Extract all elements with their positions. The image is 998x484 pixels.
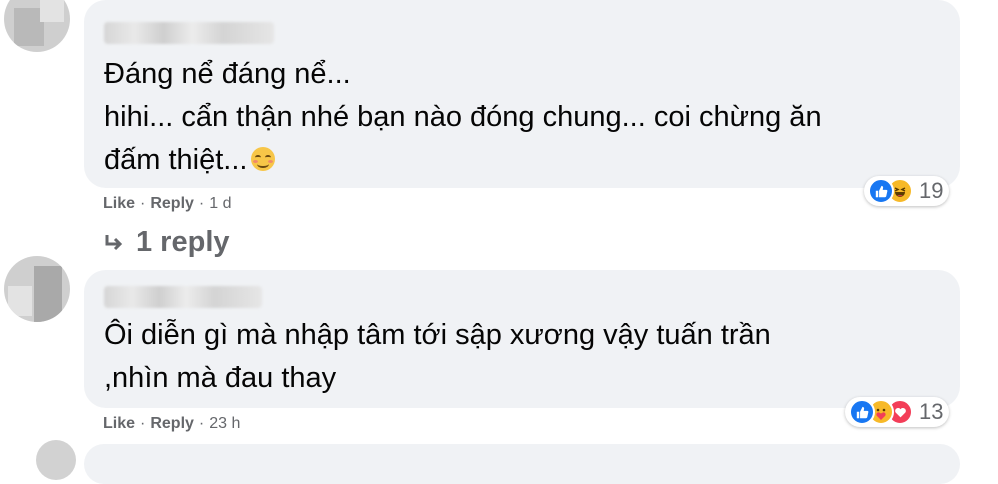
comment-actions: Like · Reply · 1 d [103, 195, 232, 213]
reply-link[interactable]: Reply [150, 415, 194, 433]
comment-text-line: Ôi diễn gì mà nhập tâm tới sập xương vậy… [104, 319, 771, 351]
separator-dot: · [198, 415, 205, 432]
commenter-name-redacted[interactable] [104, 22, 274, 44]
reply-arrow-icon [105, 234, 123, 250]
comment-text-line: đấm thiệt... [104, 139, 276, 182]
like-link[interactable]: Like [103, 195, 135, 213]
separator-dot: · [198, 195, 205, 212]
reaction-count: 19 [919, 178, 944, 203]
reply-link[interactable]: Reply [150, 195, 194, 213]
avatar[interactable] [36, 440, 76, 480]
replies-count-label: 1 reply [136, 226, 230, 258]
commenter-name-redacted[interactable] [104, 286, 262, 308]
like-icon [849, 399, 875, 425]
separator-dot: · [140, 415, 146, 432]
smiling-face-emoji [251, 147, 276, 171]
avatar[interactable] [4, 0, 70, 52]
separator-dot: · [140, 195, 146, 212]
reaction-summary[interactable]: 13 [845, 397, 950, 427]
view-replies-link[interactable]: 1 reply [104, 226, 230, 259]
comment-bubble [84, 444, 960, 484]
comment-bubble: Ôi diễn gì mà nhập tâm tới sập xương vậy… [84, 270, 960, 408]
reaction-count: 13 [919, 399, 944, 424]
comment-text-line: ,nhìn mà đau thay [104, 362, 337, 394]
like-icon [868, 178, 894, 204]
timestamp[interactable]: 1 d [209, 195, 231, 213]
like-link[interactable]: Like [103, 415, 135, 433]
timestamp[interactable]: 23 h [209, 415, 240, 433]
comment-actions: Like · Reply · 23 h [103, 415, 240, 433]
reaction-summary[interactable]: 19 [864, 176, 950, 206]
comment-text-line: Đáng nể đáng nể... [104, 58, 351, 90]
comment-text-line: hihi... cẩn thận nhé bạn nào đóng chung.… [104, 101, 822, 133]
comment-bubble: Đáng nể đáng nể... hihi... cẩn thận nhé … [84, 0, 960, 188]
avatar[interactable] [4, 256, 70, 322]
